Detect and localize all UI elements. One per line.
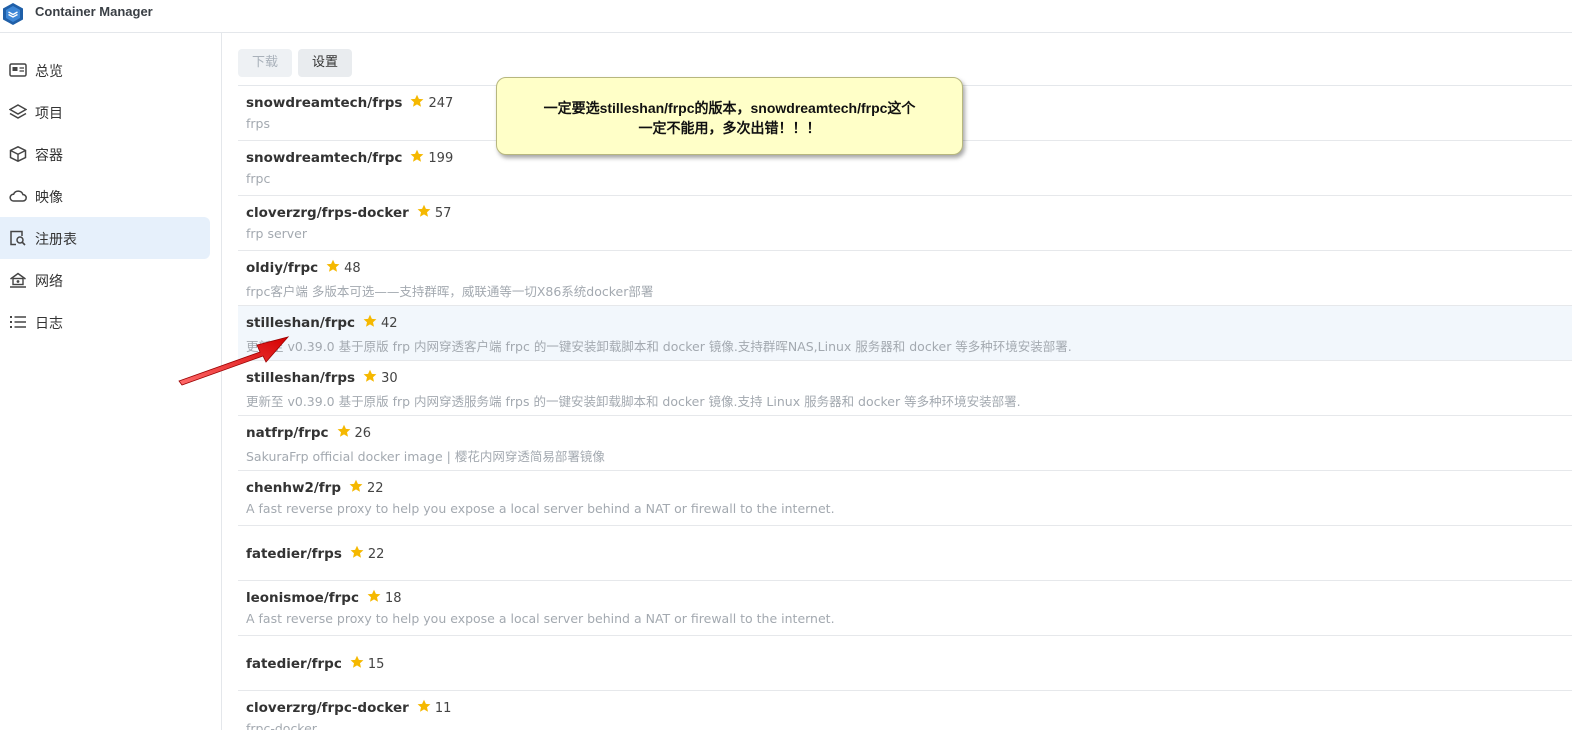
repo-description: A fast reverse proxy to help you expose … (246, 501, 835, 516)
settings-button[interactable]: 设置 (298, 49, 352, 77)
repo-title: snowdreamtech/frps 247 (246, 94, 453, 111)
star-icon (363, 314, 377, 327)
sidebar-item-label: 注册表 (35, 232, 77, 248)
sidebar-item-network[interactable]: 网络 (0, 259, 210, 301)
network-house-icon (10, 272, 26, 288)
title-bar: Container Manager (0, 0, 1572, 33)
star-count: 247 (428, 96, 454, 111)
repo-name: snowdreamtech/frps (246, 95, 403, 111)
sidebar-item-label: 容器 (35, 148, 63, 164)
repo-name: snowdreamtech/frpc (246, 150, 403, 166)
log-list-icon (10, 316, 26, 328)
star-count: 42 (381, 316, 398, 331)
repo-name: fatedier/frpc (246, 656, 342, 672)
repo-title: fatedier/frps 22 (246, 545, 384, 562)
repo-description: 更新至 v0.39.0 基于原版 frp 内网穿透服务端 frps 的一键安装卸… (246, 394, 1021, 409)
repo-description: frps (246, 116, 270, 131)
star-count: 22 (367, 547, 385, 562)
table-row[interactable]: cloverzrg/frps-docker 57 frp server (238, 196, 1572, 251)
repo-name: natfrp/frpc (246, 425, 329, 441)
repo-title: oldiy/frpc 48 (246, 259, 361, 276)
sidebar-item-registry[interactable]: 注册表 (0, 217, 210, 259)
container-manager-logo-icon (3, 3, 23, 25)
sidebar-item-image[interactable]: 映像 (0, 175, 210, 217)
repo-description: frpc (246, 171, 271, 186)
sidebar-item-label: 映像 (35, 190, 63, 206)
table-row[interactable]: oldiy/frpc 48 frpc客户端 多版本可选——支持群晖，威联通等一切X8… (238, 251, 1572, 306)
star-icon (350, 545, 364, 558)
repo-title: leonismoe/frpc 18 (246, 589, 402, 606)
star-count: 57 (434, 206, 452, 221)
star-count: 30 (381, 371, 398, 386)
repo-description: 更新至 v0.39.0 基于原版 frp 内网穿透客户端 frpc 的一键安装卸… (246, 339, 1072, 354)
table-row[interactable]: stilleshan/frps 30 更新至 v0.39.0 基于原版 frp 内网… (238, 361, 1572, 416)
repo-title: snowdreamtech/frpc 199 (246, 149, 453, 166)
repo-title: cloverzrg/frpc-docker 11 (246, 699, 451, 716)
repo-name: cloverzrg/frps-docker (246, 205, 409, 221)
repo-name: fatedier/frps (246, 546, 342, 562)
table-row[interactable]: fatedier/frpc 15 (238, 636, 1572, 691)
sidebar-item-label: 网络 (35, 274, 63, 290)
project-layers-icon (9, 104, 27, 119)
sidebar-item-project[interactable]: 项目 (0, 91, 210, 133)
star-count: 48 (344, 261, 361, 276)
star-count: 22 (366, 481, 384, 496)
star-count: 11 (434, 701, 452, 716)
table-row[interactable]: leonismoe/frpc 18 A fast reverse proxy to … (238, 581, 1572, 636)
table-row[interactable]: chenhw2/frp 22 A fast reverse proxy to hel… (238, 471, 1572, 526)
table-row[interactable]: cloverzrg/frpc-docker 11 frpc-docker (238, 691, 1572, 730)
repo-name: oldiy/frpc (246, 260, 319, 276)
star-count: 199 (428, 151, 454, 166)
image-cloud-icon (9, 190, 27, 202)
sidebar-item-label: 日志 (35, 316, 63, 332)
repo-name: cloverzrg/frpc-docker (246, 700, 409, 716)
repo-name: chenhw2/frp (246, 480, 341, 496)
callout-line-1: 一定要选stilleshan/frpc的版本，snowdreamtech/frp… (543, 100, 916, 116)
sidebar-item-label: 项目 (35, 106, 63, 122)
registry-search-icon (10, 230, 26, 246)
repo-title: chenhw2/frp 22 (246, 479, 384, 496)
repo-description: SakuraFrp official docker image | 樱花内网穿透… (246, 449, 605, 464)
star-icon (363, 369, 377, 382)
table-row[interactable]: fatedier/frps 22 (238, 526, 1572, 581)
star-icon (417, 699, 431, 712)
download-button[interactable]: 下载 (238, 49, 292, 77)
table-row[interactable]: stilleshan/frpc 42 更新至 v0.39.0 基于原版 frp 内网… (238, 306, 1572, 361)
repo-title: cloverzrg/frps-docker 57 (246, 204, 451, 221)
repo-description: frp server (246, 226, 308, 241)
annotation-callout: 一定要选stilleshan/frpc的版本，snowdreamtech/frp… (496, 77, 963, 155)
repo-description: frpc客户端 多版本可选——支持群晖，威联通等一切X86系统docker部署 (246, 284, 654, 299)
container-box-icon (9, 146, 27, 162)
star-icon (411, 94, 424, 107)
star-icon (326, 259, 340, 272)
table-row[interactable]: natfrp/frpc 26 SakuraFrp official docker i… (238, 416, 1572, 471)
star-count: 15 (367, 657, 385, 672)
sidebar-item-overview[interactable]: 总览 (0, 49, 210, 91)
star-icon (367, 589, 381, 602)
repo-name: stilleshan/frpc (246, 315, 356, 331)
app-title: Container Manager (35, 4, 153, 19)
star-count: 26 (354, 426, 372, 441)
star-icon (349, 479, 363, 492)
star-icon (337, 424, 350, 437)
annotation-arrow-icon (178, 336, 290, 386)
repo-title: natfrp/frpc 26 (246, 424, 371, 441)
repo-description: A fast reverse proxy to help you expose … (246, 611, 835, 626)
repo-title: fatedier/frpc 15 (246, 655, 384, 672)
star-count: 18 (384, 591, 402, 606)
repo-description: frpc-docker (246, 721, 317, 730)
star-icon (417, 204, 431, 217)
star-icon (411, 149, 424, 162)
repo-name: leonismoe/frpc (246, 590, 359, 606)
overview-card-icon (9, 63, 27, 77)
sidebar-item-container[interactable]: 容器 (0, 133, 210, 175)
star-icon (350, 655, 364, 668)
repo-title: stilleshan/frpc 42 (246, 314, 398, 331)
sidebar-item-label: 总览 (35, 64, 63, 80)
callout-line-2: 一定不能用，多次出错！！！ (638, 120, 821, 136)
